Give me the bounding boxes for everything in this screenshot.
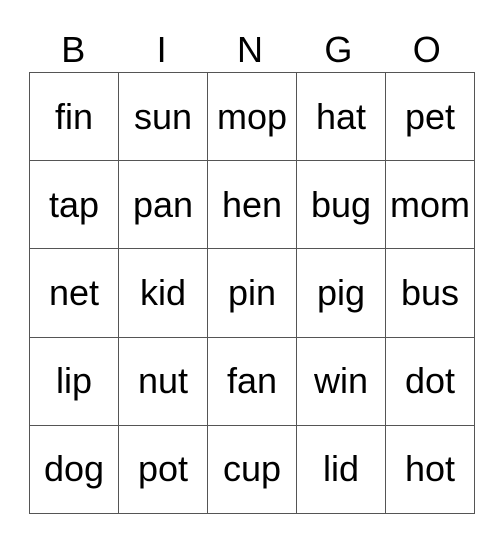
bingo-cell[interactable]: kid xyxy=(118,248,208,338)
bingo-cell[interactable]: bus xyxy=(385,248,475,338)
bingo-cell[interactable]: bug xyxy=(296,160,386,250)
bingo-cell[interactable]: win xyxy=(296,336,386,426)
bingo-cell[interactable]: pig xyxy=(296,248,386,338)
bingo-cell[interactable]: hen xyxy=(207,160,297,250)
bingo-row: net kid pin pig bus xyxy=(29,248,475,338)
bingo-cell[interactable]: hot xyxy=(385,424,475,515)
bingo-cell[interactable]: sun xyxy=(118,71,208,162)
bingo-cell[interactable]: pan xyxy=(118,160,208,250)
bingo-cell[interactable]: lid xyxy=(296,424,386,515)
header-letter-i: I xyxy=(156,29,167,70)
bingo-cell[interactable]: cup xyxy=(207,424,297,515)
bingo-header: B I N G O xyxy=(29,28,471,72)
header-letter-o: O xyxy=(412,29,441,70)
bingo-cell[interactable]: lip xyxy=(29,336,119,426)
bingo-row: tap pan hen bug mom xyxy=(29,160,475,250)
header-letter-n: N xyxy=(236,29,263,70)
bingo-cell[interactable]: mop xyxy=(207,71,297,162)
bingo-row: dog pot cup lid hot xyxy=(29,424,475,515)
bingo-cell[interactable]: mom xyxy=(385,160,475,250)
bingo-cell[interactable]: pet xyxy=(385,71,475,162)
bingo-cell[interactable]: net xyxy=(29,248,119,338)
bingo-cell[interactable]: fan xyxy=(207,336,297,426)
bingo-row: fin sun mop hat pet xyxy=(29,71,475,162)
bingo-row: lip nut fan win dot xyxy=(29,336,475,426)
header-letter-b: B xyxy=(61,29,86,70)
bingo-cell[interactable]: dot xyxy=(385,336,475,426)
bingo-cell[interactable]: pin xyxy=(207,248,297,338)
header-letter-g: G xyxy=(324,29,353,70)
bingo-cell[interactable]: hat xyxy=(296,71,386,162)
bingo-cell[interactable]: pot xyxy=(118,424,208,515)
bingo-card: fin sun mop hat pet tap pan hen bug mom net kid pin p… xyxy=(29,71,475,515)
bingo-cell[interactable]: fin xyxy=(29,71,119,162)
bingo-cell[interactable]: tap xyxy=(29,160,119,250)
bingo-cell[interactable]: nut xyxy=(118,336,208,426)
bingo-cell[interactable]: dog xyxy=(29,424,119,515)
